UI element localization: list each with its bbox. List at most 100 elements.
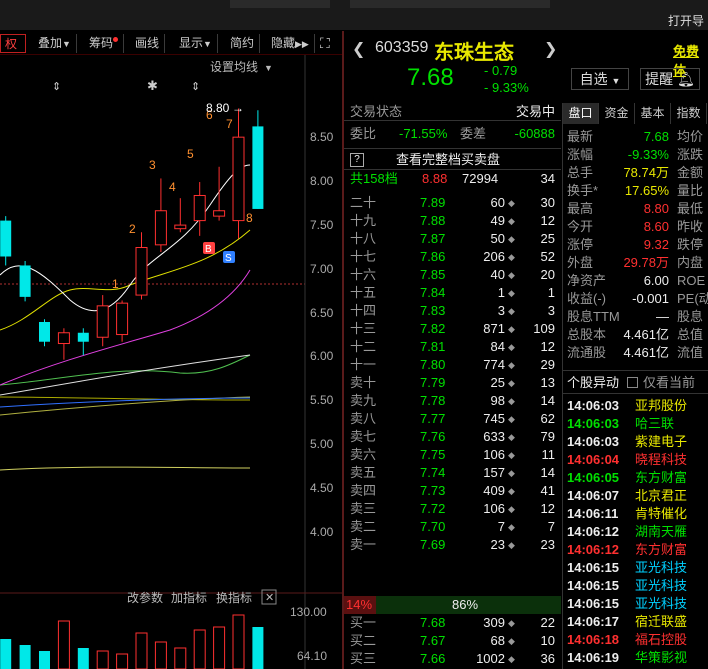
ask-level-row[interactable]: 十一 7.80 774 ◆ 29 — [344, 356, 561, 374]
volume-bar — [19, 645, 31, 669]
price-tick: 5.00 — [310, 437, 334, 451]
candle-body[interactable] — [135, 247, 148, 296]
tab-index[interactable]: 指数 — [671, 103, 707, 124]
tab-basic[interactable]: 基本 — [635, 103, 671, 124]
hide-button[interactable]: 隐藏▶▶ — [266, 34, 315, 53]
candle-body[interactable] — [39, 321, 50, 342]
price-tick: 4.00 — [310, 525, 334, 539]
candle-body[interactable] — [0, 220, 12, 257]
ask-level-row[interactable]: 十六 7.85 40 ◆ 20 — [344, 266, 561, 284]
ask-level-row[interactable]: 卖九 7.78 98 ◆ 14 — [344, 392, 561, 410]
chips-button[interactable]: 筹码 — [84, 34, 125, 53]
fullscreen-icon[interactable]: ⛶ — [315, 34, 335, 53]
anomaly-row[interactable]: 14:06:11 肯特催化 — [567, 505, 708, 523]
simple-button[interactable]: 简约 — [225, 34, 261, 53]
chevron-left-icon[interactable]: ❮ — [352, 39, 365, 59]
ask-level-row[interactable]: 卖八 7.77 745 ◆ 62 — [344, 410, 561, 428]
level-count: 3 — [547, 303, 555, 318]
ask-level-row[interactable]: 卖四 7.73 409 ◆ 41 — [344, 482, 561, 500]
open-button[interactable]: 打开导 — [668, 12, 704, 29]
ma-settings-label[interactable]: 设置均线 — [210, 60, 258, 74]
full-book-button[interactable]: ? 查看完整档买卖盘 — [344, 148, 561, 170]
candle-body[interactable] — [174, 224, 187, 230]
chevron-right-icon[interactable]: ❯ — [544, 39, 557, 59]
day-label: 3 — [149, 158, 156, 172]
candle-body[interactable] — [96, 305, 109, 338]
level-volume: 106 — [483, 447, 505, 462]
ask-level-row[interactable]: 十九 7.88 49 ◆ 12 — [344, 212, 561, 230]
bid-level-row[interactable]: 买三 7.66 1002 ◆ 36 — [344, 650, 561, 668]
anomaly-row[interactable]: 14:06:03 哈三联 — [567, 415, 708, 433]
ask-level-row[interactable]: 十四 7.83 3 ◆ 3 — [344, 302, 561, 320]
expand-marker-icon: ⇕ — [191, 81, 200, 93]
volume-bar — [154, 641, 167, 669]
add-indicator-button[interactable]: 加指标 — [171, 590, 207, 605]
full-book-label: 查看完整档买卖盘 — [396, 152, 501, 167]
ask-level-row[interactable]: 十二 7.81 84 ◆ 12 — [344, 338, 561, 356]
level-label: 十四 — [350, 303, 377, 318]
anomaly-row[interactable]: 14:06:12 东方财富 — [567, 541, 708, 559]
order-book: 交易状态 交易中 委比 -71.55% 委差 -60888 ? 查看完整档买卖盘… — [344, 103, 561, 669]
tab-orderbook[interactable]: 盘口 — [563, 103, 599, 124]
anomaly-row[interactable]: 14:06:18 福石控股 — [567, 631, 708, 649]
anomaly-row[interactable]: 14:06:03 亚邦股份 — [567, 397, 708, 415]
ask-level-row[interactable]: 十八 7.87 50 ◆ 25 — [344, 230, 561, 248]
candle-body[interactable] — [193, 194, 206, 222]
candle-body[interactable] — [116, 302, 129, 336]
ask-level-row[interactable]: 十三 7.82 871 ◆ 109 — [344, 320, 561, 338]
level-price: 7.72 — [420, 501, 446, 516]
edit-params-button[interactable]: 改参数 — [127, 590, 163, 605]
anomaly-row[interactable]: 14:06:05 东方财富 — [567, 469, 708, 487]
ask-level-row[interactable]: 卖十 7.79 25 ◆ 13 — [344, 374, 561, 392]
ma-line-khaki — [0, 466, 251, 471]
diamond-icon: ◆ — [508, 522, 515, 532]
anomaly-row[interactable]: 14:06:17 宿迁联盛 — [567, 613, 708, 631]
ask-level-row[interactable]: 卖七 7.76 633 ◆ 79 — [344, 428, 561, 446]
only-current-checkbox[interactable] — [627, 377, 638, 388]
ask-level-row[interactable]: 十七 7.86 206 ◆ 52 — [344, 248, 561, 266]
level-volume: 7 — [497, 519, 505, 534]
candle-body[interactable] — [213, 210, 226, 217]
tab-funds[interactable]: 资金 — [599, 103, 635, 124]
overlay-button[interactable]: 叠加▼ — [33, 34, 77, 53]
ask-level-row[interactable]: 卖二 7.70 7 ◆ 7 — [344, 518, 561, 536]
level-volume: 745 — [483, 411, 505, 426]
ask-level-row[interactable]: 卖一 7.69 23 ◆ 23 — [344, 536, 561, 554]
candle-body[interactable] — [154, 210, 167, 246]
anomaly-time: 14:06:12 — [567, 524, 620, 539]
ask-level-row[interactable]: 卖五 7.74 157 ◆ 14 — [344, 464, 561, 482]
volume-bar — [135, 632, 148, 669]
kline-chart[interactable]: 设置均线 ▼ ⇕ ✱ ⇕ 8.50 8.00 7.50 7.00 6.50 6.… — [0, 55, 343, 669]
candle-body[interactable] — [232, 136, 245, 222]
anomaly-row[interactable]: 14:06:12 湖南天雁 — [567, 523, 708, 541]
bid-level-row[interactable]: 买二 7.67 68 ◆ 10 — [344, 632, 561, 650]
draw-button[interactable]: 画线 — [130, 34, 166, 53]
candle-body[interactable] — [252, 126, 264, 209]
bid-level-row[interactable]: 买一 7.68 309 ◆ 22 — [344, 614, 561, 632]
candle-body[interactable] — [57, 332, 70, 345]
rights-button[interactable]: 权 — [0, 34, 26, 53]
status-label: 交易状态 — [350, 104, 403, 119]
level-count: 30 — [540, 195, 555, 210]
switch-indicator-button[interactable]: 换指标 — [216, 590, 252, 605]
candle-body[interactable] — [19, 265, 31, 297]
anomaly-stock: 福石控股 — [635, 632, 688, 647]
display-button[interactable]: 显示▼ — [174, 34, 218, 53]
ask-level-row[interactable]: 十五 7.84 1 ◆ 1 — [344, 284, 561, 302]
candle-body[interactable] — [77, 332, 89, 342]
ask-level-row[interactable]: 卖三 7.72 106 ◆ 12 — [344, 500, 561, 518]
volume-bar — [39, 651, 50, 669]
anomaly-row[interactable]: 14:06:03 紫建电子 — [567, 433, 708, 451]
anomaly-row[interactable]: 14:06:15 亚光科技 — [567, 559, 708, 577]
anomaly-row[interactable]: 14:06:07 北京君正 — [567, 487, 708, 505]
level-volume: 50 — [490, 231, 505, 246]
price-alert-button[interactable]: 提醒 🔔︎ — [640, 68, 700, 90]
anomaly-row[interactable]: 14:06:19 华策影视 — [567, 649, 708, 667]
level-label: 卖五 — [350, 465, 377, 480]
ask-level-row[interactable]: 卖六 7.75 106 ◆ 11 — [344, 446, 561, 464]
add-watchlist-button[interactable]: 自选 ▼ — [571, 68, 629, 90]
ask-level-row[interactable]: 二十 7.89 60 ◆ 30 — [344, 194, 561, 212]
anomaly-row[interactable]: 14:06:15 亚光科技 — [567, 577, 708, 595]
anomaly-row[interactable]: 14:06:15 亚光科技 — [567, 595, 708, 613]
anomaly-row[interactable]: 14:06:04 晓程科技 — [567, 451, 708, 469]
